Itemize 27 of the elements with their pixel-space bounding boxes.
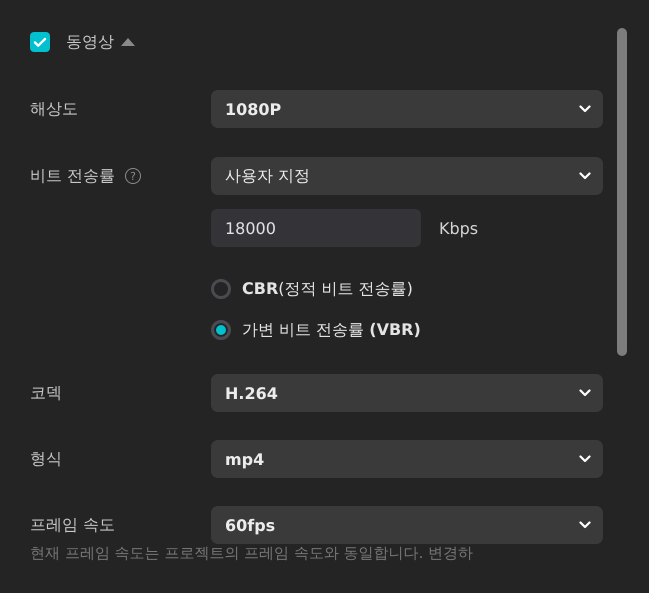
dropdown[interactable]: 60fps [211, 506, 603, 544]
note-text: 현재 프레임 속도는 프로젝트의 프레임 속도와 동일합니다. 변경하 [30, 544, 474, 562]
setting-label: 해상도 [30, 98, 78, 120]
checkbox[interactable] [30, 32, 50, 52]
dropdown[interactable]: mp4 [211, 440, 603, 478]
caret-icon[interactable] [121, 38, 135, 46]
radio-label[interactable]: 가변 비트 전송률 (VBR) [242, 320, 421, 340]
setting-label: 비트 전송률 [30, 166, 116, 186]
chevron-down-icon [579, 455, 591, 463]
setting-label: 프레임 속도 [30, 514, 116, 536]
radio-label[interactable]: CBR(정적 비트 전송률) [242, 278, 413, 300]
unit-label: Kbps [439, 218, 478, 238]
setting-label: 형식 [30, 448, 62, 470]
scrollbar[interactable] [617, 28, 627, 356]
radio-button[interactable] [211, 320, 231, 340]
chevron-down-icon [579, 172, 591, 180]
setting-label: 코덱 [30, 382, 62, 404]
dropdown[interactable]: 1080P [211, 90, 603, 128]
dropdown[interactable]: H.264 [211, 374, 603, 412]
chevron-down-icon [579, 105, 591, 113]
radio-button[interactable] [211, 279, 231, 299]
dropdown[interactable]: 사용자 지정 [211, 157, 603, 195]
bitrate-input[interactable]: 18000 [211, 209, 421, 247]
chevron-down-icon [579, 389, 591, 397]
section-title: 동영상 [66, 32, 114, 52]
chevron-down-icon [579, 521, 591, 529]
help-icon[interactable]: ? [125, 168, 142, 184]
